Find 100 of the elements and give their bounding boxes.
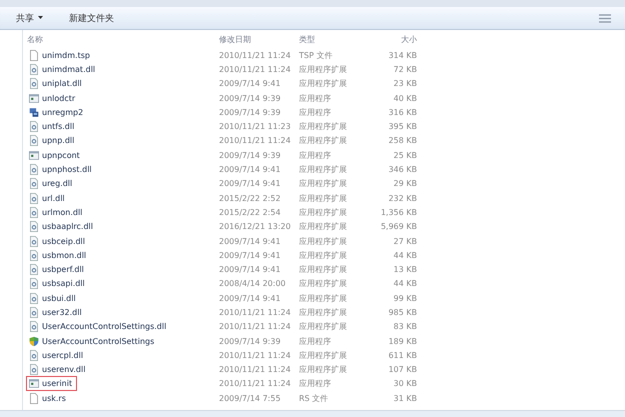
file-name-cell[interactable]: usk.rs: [27, 392, 70, 405]
type-cell-text: 应用程序扩展: [299, 221, 348, 232]
date-cell-text: 2010/11/21 11:24: [219, 350, 292, 360]
gear-file-icon: [29, 350, 39, 361]
file-name-cell[interactable]: upnpcont: [27, 148, 84, 162]
type-cell-text: 应用程序扩展: [299, 78, 348, 90]
window-icon: [29, 92, 39, 104]
date-cell-text: 2009/7/14 9:41: [219, 236, 282, 246]
file-name-cell[interactable]: UserAccountControlSettings: [27, 334, 158, 348]
column-header[interactable]: 类型: [299, 34, 365, 44]
gear-file-icon: [29, 278, 39, 290]
type-cell-text: 应用程序: [299, 92, 332, 104]
caret-icon: [38, 16, 43, 20]
type-cell-text: 应用程序扩展: [299, 321, 348, 332]
window-icon: [29, 378, 39, 390]
gear-file-icon: [29, 306, 39, 318]
file-name-cell[interactable]: usbmon.dll: [27, 248, 90, 262]
gear-file-icon: [29, 236, 39, 246]
column-header[interactable]: 大小: [365, 34, 417, 44]
file-name-cell[interactable]: untfs.dll: [27, 120, 78, 134]
type-cell-text: 应用程序: [299, 378, 332, 390]
type-cell-text: 应用程序扩展: [299, 350, 348, 361]
file-name-cell[interactable]: usbsapi.dll: [27, 277, 89, 290]
file-name-cell[interactable]: upnphost.dll: [27, 163, 96, 176]
type-cell-text: 应用程序: [299, 336, 332, 347]
date-cell-text: 2009/7/14 9:41: [219, 179, 282, 188]
size-cell-text: 5,969 KB: [380, 222, 417, 232]
size-cell-text: 346 KB: [387, 165, 417, 174]
date-cell-text: 2010/11/21 11:23: [219, 122, 292, 132]
date-cell-text: 2009/7/14 9:39: [219, 150, 282, 160]
gear-file-icon: [29, 135, 39, 146]
date-cell-text: 2010/11/21 11:24: [219, 50, 292, 60]
file-name-cell[interactable]: url.dll: [27, 192, 69, 205]
date-cell-text: 2009/7/14 9:41: [219, 165, 282, 174]
type-cell-text: 应用程序扩展: [299, 292, 348, 304]
size-cell-text: 107 KB: [387, 365, 417, 374]
date-cell-text: 2009/7/14 9:41: [219, 250, 282, 260]
file-name-cell[interactable]: unregmp2: [27, 106, 88, 119]
size-cell-text: 13 KB: [392, 265, 417, 274]
column-header[interactable]: 修改日期: [219, 34, 299, 44]
size-cell-text: 31 KB: [392, 394, 417, 403]
type-cell-text: 应用程序扩展: [299, 164, 348, 176]
highlight-frame[interactable]: userinit: [27, 377, 76, 390]
size-cell-text: 83 KB: [392, 322, 417, 332]
gear-file-icon: [29, 121, 39, 132]
size-cell-text: 72 KB: [392, 64, 417, 74]
gear-file-icon: [29, 264, 39, 276]
window-icon: [29, 150, 39, 161]
file-name-cell[interactable]: upnp.dll: [27, 134, 78, 148]
file-name-cell[interactable]: uniplat.dll: [27, 77, 86, 90]
type-cell-text: 应用程序扩展: [299, 206, 348, 218]
view-menu-icon[interactable]: [599, 14, 611, 22]
gear-file-icon: [29, 64, 39, 75]
date-cell-text: 2009/7/14 9:41: [219, 79, 282, 88]
file-name-cell[interactable]: usbperf.dll: [27, 263, 88, 276]
file-name-cell[interactable]: user32.dll: [27, 306, 86, 319]
toolbar-button[interactable]: 共享: [14, 10, 45, 26]
toolbar-button[interactable]: 新建文件夹: [67, 10, 116, 26]
file-name-cell[interactable]: unimdm.tsp: [27, 48, 94, 62]
file-name-cell[interactable]: usbceip.dll: [27, 234, 90, 248]
file-name-cell[interactable]: usbui.dll: [27, 292, 80, 305]
computer-icon: [29, 106, 39, 118]
file-name-cell[interactable]: UserAccountControlSettings.dll: [27, 320, 170, 334]
file-name-cell[interactable]: unlodctr: [27, 92, 80, 105]
size-cell-text: 30 KB: [392, 379, 417, 388]
type-cell-text: 应用程序扩展: [299, 135, 348, 146]
date-cell-text: 2009/7/14 7:55: [219, 394, 282, 403]
date-cell-text: 2010/11/21 11:24: [219, 365, 292, 374]
type-cell-text: 应用程序扩展: [299, 236, 348, 246]
file-name-cell[interactable]: usercpl.dll: [27, 348, 88, 362]
date-cell-text: 2015/2/22 2:52: [219, 194, 282, 203]
date-cell-text: 2016/12/21 13:20: [219, 222, 292, 232]
size-cell-text: 316 KB: [387, 108, 417, 117]
date-cell-text: 2009/7/14 9:39: [219, 94, 282, 103]
type-cell-text: 应用程序: [299, 106, 332, 118]
gear-file-icon: [29, 221, 39, 232]
file-name-cell[interactable]: userenv.dll: [27, 363, 90, 376]
size-cell-text: 258 KB: [387, 136, 417, 146]
column-header[interactable]: 名称: [27, 34, 219, 44]
type-cell-text: 应用程序: [299, 150, 332, 161]
type-cell-text: 应用程序扩展: [299, 178, 348, 190]
file-name-cell[interactable]: unimdmat.dll: [27, 62, 100, 76]
date-cell-text: 2010/11/21 11:24: [219, 136, 292, 146]
blank-file-icon: [29, 50, 39, 61]
size-cell-text: 27 KB: [392, 236, 417, 246]
blank-file-icon: [29, 392, 39, 404]
gear-file-icon: [29, 250, 39, 261]
file-name-cell[interactable]: usbaaplrc.dll: [27, 220, 97, 234]
size-cell-text: 314 KB: [387, 50, 417, 60]
size-cell-text: 25 KB: [392, 150, 417, 160]
shield-icon: [29, 336, 39, 347]
gear-file-icon: [29, 292, 39, 304]
date-cell-text: 2009/7/14 9:41: [219, 265, 282, 274]
size-cell-text: 395 KB: [387, 122, 417, 132]
type-cell-text: 应用程序扩展: [299, 64, 348, 75]
file-name-cell[interactable]: ureg.dll: [27, 177, 76, 190]
date-cell-text: 2009/7/14 9:41: [219, 294, 282, 303]
type-cell-text: RS 文件: [299, 392, 330, 404]
size-cell-text: 23 KB: [392, 79, 417, 88]
file-name-cell[interactable]: urlmon.dll: [27, 206, 86, 219]
